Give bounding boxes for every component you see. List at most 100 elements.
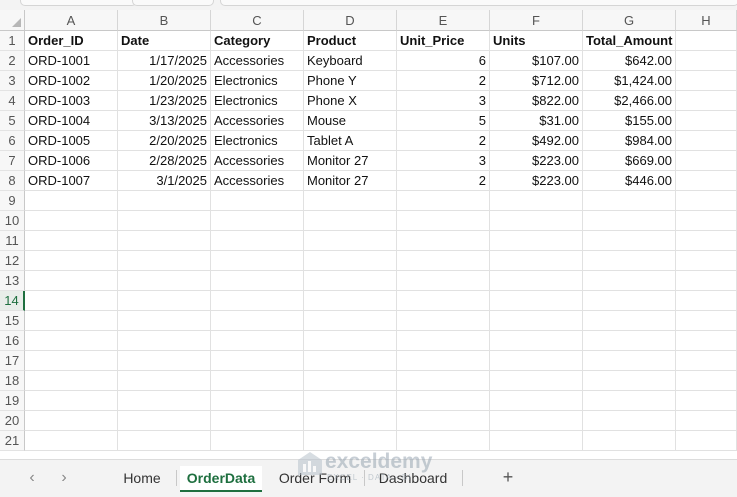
empty-cell[interactable] [211,411,304,431]
empty-cell[interactable] [583,191,676,211]
row-header-18[interactable]: 18 [0,371,25,391]
table-cell[interactable]: 3 [397,91,490,111]
empty-cell[interactable] [397,431,490,451]
empty-cell[interactable] [211,231,304,251]
table-cell[interactable]: Accessories [211,111,304,131]
row-header-21[interactable]: 21 [0,431,25,451]
column-header-a[interactable]: A [25,10,118,31]
row-header-6[interactable]: 6 [0,131,25,151]
empty-cell[interactable] [304,271,397,291]
empty-cell[interactable] [676,311,737,331]
empty-cell[interactable] [583,231,676,251]
table-cell[interactable]: Mouse [304,111,397,131]
table-cell[interactable]: Accessories [211,51,304,71]
empty-cell[interactable] [676,151,737,171]
empty-cell[interactable] [25,271,118,291]
table-cell[interactable]: Phone Y [304,71,397,91]
empty-cell[interactable] [397,191,490,211]
table-header-cell[interactable]: Order_ID [25,31,118,51]
empty-cell[interactable] [397,271,490,291]
chevron-right-icon[interactable]: › [54,468,74,488]
table-cell[interactable]: 3/13/2025 [118,111,211,131]
table-cell[interactable]: ORD-1005 [25,131,118,151]
empty-cell[interactable] [118,291,211,311]
empty-cell[interactable] [304,251,397,271]
empty-cell[interactable] [118,431,211,451]
empty-cell[interactable] [118,271,211,291]
table-cell[interactable]: $669.00 [583,151,676,171]
empty-cell[interactable] [490,431,583,451]
empty-cell[interactable] [118,211,211,231]
table-cell[interactable]: 6 [397,51,490,71]
column-header-h[interactable]: H [676,10,737,31]
table-header-cell[interactable]: Unit_Price [397,31,490,51]
row-header-16[interactable]: 16 [0,331,25,351]
empty-cell[interactable] [118,351,211,371]
table-cell[interactable]: $31.00 [490,111,583,131]
empty-cell[interactable] [25,311,118,331]
empty-cell[interactable] [25,191,118,211]
table-cell[interactable]: 1/23/2025 [118,91,211,111]
empty-cell[interactable] [490,291,583,311]
table-header-cell[interactable]: Units [490,31,583,51]
row-header-10[interactable]: 10 [0,211,25,231]
empty-cell[interactable] [583,351,676,371]
table-cell[interactable]: $446.00 [583,171,676,191]
table-cell[interactable]: 2 [397,171,490,191]
empty-cell[interactable] [25,231,118,251]
empty-cell[interactable] [490,391,583,411]
table-cell[interactable]: ORD-1006 [25,151,118,171]
empty-cell[interactable] [25,331,118,351]
empty-cell[interactable] [676,371,737,391]
table-cell[interactable]: $984.00 [583,131,676,151]
empty-cell[interactable] [304,391,397,411]
row-header-5[interactable]: 5 [0,111,25,131]
empty-cell[interactable] [211,391,304,411]
empty-cell[interactable] [25,251,118,271]
table-cell[interactable]: $642.00 [583,51,676,71]
empty-cell[interactable] [211,251,304,271]
row-header-20[interactable]: 20 [0,411,25,431]
table-cell[interactable]: ORD-1004 [25,111,118,131]
tab-orderdata[interactable]: OrderData [180,466,262,492]
empty-cell[interactable] [211,191,304,211]
table-cell[interactable]: $2,466.00 [583,91,676,111]
empty-cell[interactable] [676,171,737,191]
table-cell[interactable]: Monitor 27 [304,171,397,191]
empty-cell[interactable] [397,311,490,331]
table-cell[interactable]: $223.00 [490,151,583,171]
empty-cell[interactable] [583,371,676,391]
column-header-b[interactable]: B [118,10,211,31]
empty-cell[interactable] [397,371,490,391]
empty-cell[interactable] [211,311,304,331]
empty-cell[interactable] [25,371,118,391]
empty-cell[interactable] [583,411,676,431]
empty-cell[interactable] [490,371,583,391]
table-cell[interactable]: Tablet A [304,131,397,151]
empty-cell[interactable] [676,291,737,311]
empty-cell[interactable] [304,231,397,251]
empty-cell[interactable] [118,371,211,391]
table-header-cell[interactable]: Product [304,31,397,51]
table-cell[interactable]: 1/17/2025 [118,51,211,71]
empty-cell[interactable] [676,111,737,131]
empty-cell[interactable] [397,391,490,411]
empty-cell[interactable] [118,231,211,251]
empty-cell[interactable] [211,211,304,231]
table-cell[interactable]: $107.00 [490,51,583,71]
empty-cell[interactable] [490,351,583,371]
column-header-g[interactable]: G [583,10,676,31]
row-header-12[interactable]: 12 [0,251,25,271]
empty-cell[interactable] [397,291,490,311]
empty-cell[interactable] [583,391,676,411]
empty-cell[interactable] [397,251,490,271]
empty-cell[interactable] [118,311,211,331]
empty-cell[interactable] [397,351,490,371]
table-cell[interactable]: 2 [397,131,490,151]
empty-cell[interactable] [304,211,397,231]
table-cell[interactable]: 2 [397,71,490,91]
empty-cell[interactable] [397,331,490,351]
table-cell[interactable]: Accessories [211,171,304,191]
empty-cell[interactable] [676,91,737,111]
table-cell[interactable]: 1/20/2025 [118,71,211,91]
